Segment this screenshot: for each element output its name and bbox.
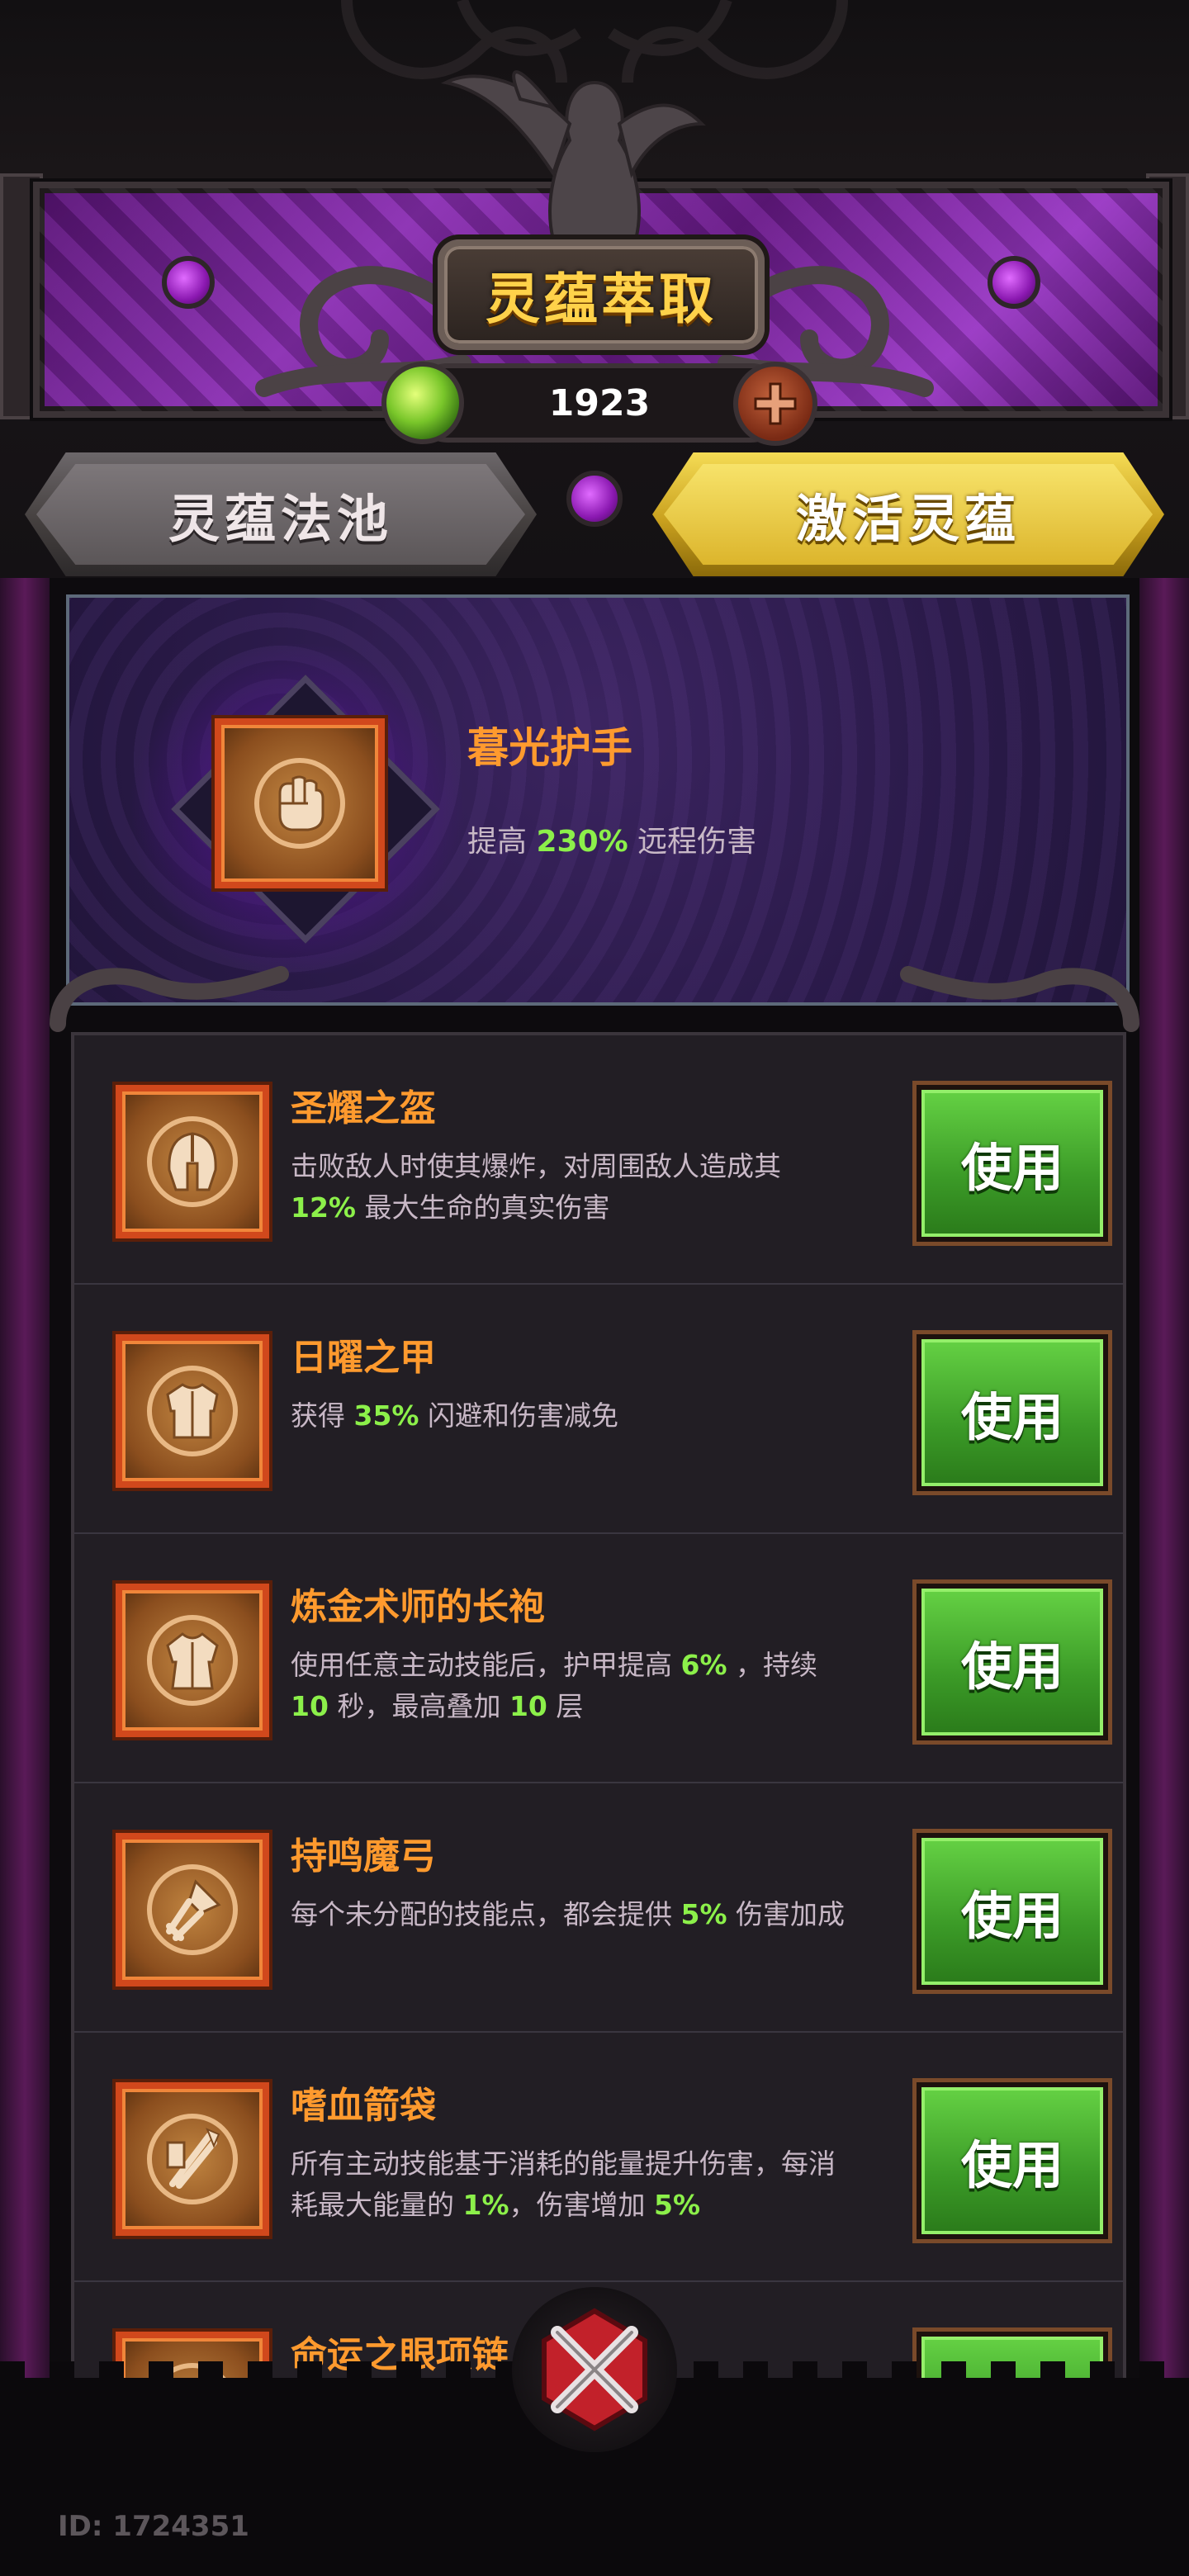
title-plaque: 灵蕴萃取: [438, 239, 765, 350]
scroll-ornament-right: [900, 966, 1139, 1032]
item-name: 圣耀之盔: [291, 1087, 436, 1129]
use-button[interactable]: 使用: [917, 1833, 1108, 1990]
desc-value: 10: [509, 1690, 547, 1722]
helmet-icon: [147, 1116, 238, 1207]
item-name: 嗜血箭袋: [291, 2085, 436, 2127]
page-title: 灵蕴萃取: [486, 268, 717, 331]
close-button[interactable]: [512, 2287, 677, 2452]
item-name: 日曜之甲: [291, 1337, 436, 1379]
desc-text: 击败敌人时使其爆炸，对周围敌人造成其: [291, 1150, 781, 1182]
desc-text: ，持续: [736, 1649, 818, 1681]
list-item: 炼金术师的长袍 使用任意主动技能后，护甲提高 6% ，持续 10 秒，最高叠加 …: [74, 1534, 1123, 1787]
item-icon[interactable]: [116, 1334, 269, 1488]
robe-icon: [147, 1615, 238, 1706]
tab-activate-spirit[interactable]: 激活灵蕴: [652, 452, 1164, 576]
use-button[interactable]: 使用: [917, 1334, 1108, 1491]
item-description: 击败敌人时使其爆炸，对周围敌人造成其 12% 最大生命的真实伤害: [291, 1146, 984, 1229]
side-pillar-right: [1139, 578, 1189, 2394]
item-description: 使用任意主动技能后，护甲提高 6% ，持续 10 秒，最高叠加 10 层: [291, 1645, 984, 1727]
desc-text: 闪避和伤害减免: [428, 1399, 618, 1432]
add-currency-button[interactable]: [733, 362, 817, 446]
bow-icon: [147, 1864, 238, 1955]
tab-label: 灵蕴法池: [168, 489, 393, 549]
armor-icon: [147, 1366, 238, 1456]
active-item-description: 提高 230% 远程伤害: [467, 817, 756, 860]
active-item-name: 暮光护手: [467, 724, 632, 772]
active-item-icon[interactable]: [215, 718, 385, 888]
crossed-swords-close-icon: [542, 2308, 647, 2432]
plus-icon: [754, 382, 797, 425]
use-button[interactable]: 使用: [917, 2082, 1108, 2239]
desc-text: ，伤害增加: [509, 2189, 646, 2221]
item-name: 持鸣魔弓: [291, 1835, 436, 1878]
item-icon[interactable]: [116, 1584, 269, 1737]
desc-text: 耗最大能量的: [291, 2189, 454, 2221]
use-button[interactable]: 使用: [917, 1584, 1108, 1740]
desc-text: 使用任意主动技能后，护甲提高: [291, 1649, 672, 1681]
fist-icon: [254, 758, 345, 849]
list-item: 嗜血箭袋 所有主动技能基于消耗的能量提升伤害，每消 耗最大能量的 1%，伤害增加…: [74, 2033, 1123, 2285]
item-icon[interactable]: [116, 1085, 269, 1238]
item-name: 炼金术师的长袍: [291, 1586, 545, 1628]
desc-text: 远程伤害: [637, 825, 757, 859]
item-list[interactable]: 圣耀之盔 击败敌人时使其爆炸，对周围敌人造成其 12% 最大生命的真实伤害 使用…: [71, 1032, 1126, 2393]
player-id: ID: 1724351: [58, 2510, 249, 2543]
desc-value: 1%: [462, 2189, 509, 2221]
desc-value: 12%: [291, 1191, 356, 1224]
tab-spirit-pool[interactable]: 灵蕴法池: [25, 452, 537, 576]
desc-text: 最大生命的真实伤害: [364, 1191, 610, 1224]
purple-orb-icon: [566, 471, 623, 527]
statue-figure: [440, 70, 706, 241]
desc-value: 10: [291, 1690, 329, 1722]
desc-text: 提高: [467, 825, 528, 859]
purple-orb-icon: [162, 256, 215, 309]
desc-text: 获得: [291, 1399, 345, 1432]
currency-value: 1923: [548, 381, 651, 424]
list-item: 持鸣魔弓 每个未分配的技能点，都会提供 5% 伤害加成 使用: [74, 1783, 1123, 2036]
item-description: 获得 35% 闪避和伤害减免: [291, 1395, 984, 1437]
desc-value: 35%: [353, 1399, 419, 1432]
purple-orb-icon: [988, 256, 1040, 309]
use-button[interactable]: 使用: [917, 1085, 1108, 1242]
list-item: 圣耀之盔 击败敌人时使其爆炸，对周围敌人造成其 12% 最大生命的真实伤害 使用: [74, 1035, 1123, 1288]
currency-bar: 1923: [413, 363, 786, 443]
desc-value: 230%: [536, 825, 628, 859]
quiver-icon: [147, 2114, 238, 2204]
desc-value: 5%: [654, 2189, 701, 2221]
item-description: 所有主动技能基于消耗的能量提升伤害，每消 耗最大能量的 1%，伤害增加 5%: [291, 2143, 984, 2226]
scroll-ornament-left: [50, 966, 289, 1032]
desc-text: 所有主动技能基于消耗的能量提升伤害，每消: [291, 2147, 836, 2180]
item-icon[interactable]: [116, 1833, 269, 1986]
desc-value: 5%: [680, 1898, 727, 1930]
item-icon[interactable]: [116, 2082, 269, 2236]
list-item: 日曜之甲 获得 35% 闪避和伤害减免 使用: [74, 1285, 1123, 1537]
side-pillar-left: [0, 578, 50, 2394]
item-description: 每个未分配的技能点，都会提供 5% 伤害加成: [291, 1894, 984, 1935]
green-gem-icon: [381, 362, 464, 444]
desc-value: 6%: [680, 1649, 727, 1681]
desc-text: 秒，最高叠加: [337, 1690, 501, 1722]
desc-text: 层: [556, 1690, 584, 1722]
desc-text: 伤害加成: [736, 1898, 846, 1930]
tab-label: 激活灵蕴: [795, 489, 1021, 549]
desc-text: 每个未分配的技能点，都会提供: [291, 1898, 672, 1930]
